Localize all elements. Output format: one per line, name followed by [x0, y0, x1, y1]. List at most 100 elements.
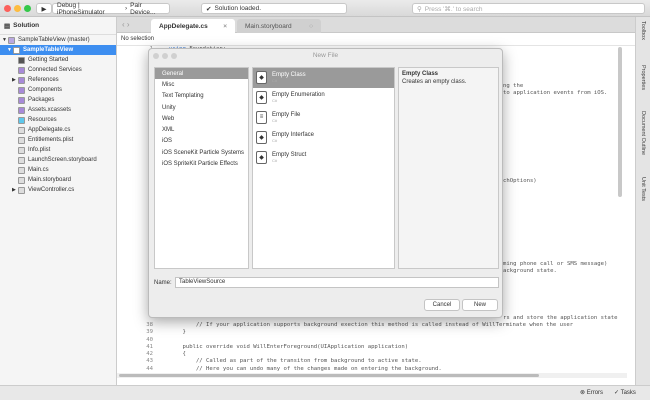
code-fragment: chOptions) [503, 178, 537, 184]
tree-item[interactable]: Connected Services [0, 65, 116, 75]
new-file-dialog: New File General Misc Text Templating Unity… [148, 48, 503, 318]
code-text: } [169, 329, 186, 336]
category-item[interactable]: Unity [155, 102, 248, 113]
tab-appdelegate[interactable]: AppDelegate.cs × [151, 19, 235, 33]
tree-item[interactable]: Assets.xcassets [0, 105, 116, 115]
file-icon [18, 86, 25, 94]
config-label: Debug | iPhoneSimulator [57, 1, 105, 16]
description-text: Creates an empty class. [402, 79, 467, 85]
category-item[interactable]: iOS SceneKit Particle Systems [155, 147, 248, 158]
unit-tests-tab[interactable]: Unit Tests [640, 177, 646, 201]
class-icon: ◆ [256, 71, 267, 85]
template-item[interactable]: ◆ Empty Enumeration C# [253, 88, 394, 108]
code-fragment: to application events from iOS. [503, 90, 608, 96]
code-text: // Here you can undo many of the changes… [169, 365, 442, 372]
toolbox-tab[interactable]: Toolbox [640, 21, 646, 40]
file-icon [18, 116, 25, 124]
name-input[interactable]: TableViewSource [175, 277, 499, 288]
template-item[interactable]: ≡ Empty File C# [253, 108, 394, 128]
tree-item[interactable]: Resources [0, 115, 116, 125]
tree-item[interactable]: Getting Started [0, 55, 116, 65]
chevron-right-icon: › [125, 5, 128, 12]
file-icon [18, 166, 25, 174]
file-icon [18, 106, 25, 114]
configuration-selector[interactable]: Debug | iPhoneSimulator › Pair Device... [52, 1, 170, 16]
zoom-window-button[interactable] [24, 5, 31, 12]
category-item[interactable]: General [155, 68, 248, 80]
properties-tab[interactable]: Properties [640, 65, 646, 90]
code-line: 44 // Here you can undo many of the chan… [133, 366, 573, 373]
tree-item-label: Assets.xcassets [28, 107, 72, 113]
tree-item-label: Resources [28, 117, 57, 123]
file-icon [8, 36, 15, 44]
line-number: 41 [146, 343, 153, 350]
status-bar: ✔ Solution loaded. [201, 3, 347, 14]
errors-button[interactable]: ⊗ Errors [580, 389, 603, 396]
nav-back-forward-icon[interactable]: ‹ › [122, 20, 130, 29]
horizontal-scrollbar[interactable] [117, 373, 627, 378]
line-number: 43 [146, 358, 153, 365]
file-icon [18, 56, 25, 64]
category-item[interactable]: iOS SpriteKit Particle Effects [155, 158, 248, 169]
error-icon: ⊗ [580, 390, 587, 396]
dialog-close-button[interactable] [153, 53, 159, 59]
tree-item-label: References [28, 77, 59, 83]
category-item[interactable]: XML [155, 124, 248, 135]
close-window-button[interactable] [4, 5, 11, 12]
minimize-window-button[interactable] [14, 5, 21, 12]
run-button[interactable]: ▶ [36, 3, 52, 14]
tree-item[interactable]: LaunchScreen.storyboard [0, 155, 116, 165]
line-number: 44 [146, 365, 153, 372]
file-icon [18, 66, 25, 74]
tree-item[interactable]: Components [0, 85, 116, 95]
tree-item[interactable]: ▼ SampleTableView (master) [0, 35, 116, 45]
template-item[interactable]: ◆ Empty Class C# [253, 68, 394, 88]
tree-item[interactable]: Main.cs [0, 165, 116, 175]
tree-item[interactable]: ▶ ViewController.cs [0, 185, 116, 195]
template-item[interactable]: ◆ Empty Interface C# [253, 127, 394, 147]
tree-item[interactable]: AppDelegate.cs [0, 125, 116, 135]
tab-main-storyboard[interactable]: Main.storyboard ○ [237, 19, 321, 33]
dialog-titlebar: New File [149, 49, 502, 63]
tree-item[interactable]: Info.plist [0, 145, 116, 155]
new-button[interactable]: New [462, 299, 498, 311]
category-item[interactable]: Web [155, 113, 248, 124]
template-item[interactable]: ◆ Empty Struct C# [253, 147, 394, 167]
tree-item[interactable]: ▶ References [0, 75, 116, 85]
template-name: Empty Interface [272, 131, 315, 138]
dialog-minimize-button[interactable] [162, 53, 168, 59]
category-item[interactable]: Text Templating [155, 91, 248, 102]
solution-title: Solution [13, 22, 40, 29]
class-icon: ◆ [256, 91, 267, 105]
status-text: Solution loaded. [214, 5, 262, 12]
close-icon[interactable]: × [223, 23, 227, 30]
code-line: 38 // If your application supports backg… [133, 322, 573, 329]
category-item[interactable]: iOS [155, 136, 248, 147]
code-line: 43 // Called as part of the transiton fr… [133, 358, 573, 365]
tree-item[interactable]: Main.storyboard [0, 175, 116, 185]
tab-label: Main.storyboard [245, 22, 292, 30]
tree-item[interactable]: Packages [0, 95, 116, 105]
search-input[interactable]: ⚲ Press '⌘.' to search [412, 3, 645, 14]
solution-pad: ▤ Solution ▼ SampleTableView (master) ▼ Samp… [0, 17, 117, 400]
category-list: General Misc Text Templating Unity Web XML iOS… [154, 67, 249, 269]
tasks-button[interactable]: ✓ Tasks [614, 389, 636, 396]
file-icon [18, 76, 25, 84]
document-outline-tab[interactable]: Document Outline [640, 111, 646, 155]
tree-item[interactable]: Entitlements.plist [0, 135, 116, 145]
code-fragment: ackground state. [503, 268, 557, 274]
code-line: 40 [133, 337, 573, 344]
code-text: // If your application supports backgrou… [169, 322, 574, 328]
code-fragment: ming phone call or SMS message) [503, 261, 608, 267]
tree-item[interactable]: ▼ SampleTableView [0, 45, 116, 55]
cancel-button[interactable]: Cancel [424, 299, 460, 311]
category-item[interactable]: Misc [155, 79, 248, 90]
vertical-scrollbar[interactable] [618, 47, 622, 197]
tree-item-label: Getting Started [28, 57, 69, 63]
tasks-label: Tasks [620, 390, 636, 396]
code-text: public override void WillEnterForeground… [169, 343, 409, 350]
class-icon: ◆ [256, 130, 267, 144]
dialog-zoom-button[interactable] [171, 53, 177, 59]
tree-item-label: ViewController.cs [28, 187, 75, 193]
file-icon [18, 136, 25, 144]
